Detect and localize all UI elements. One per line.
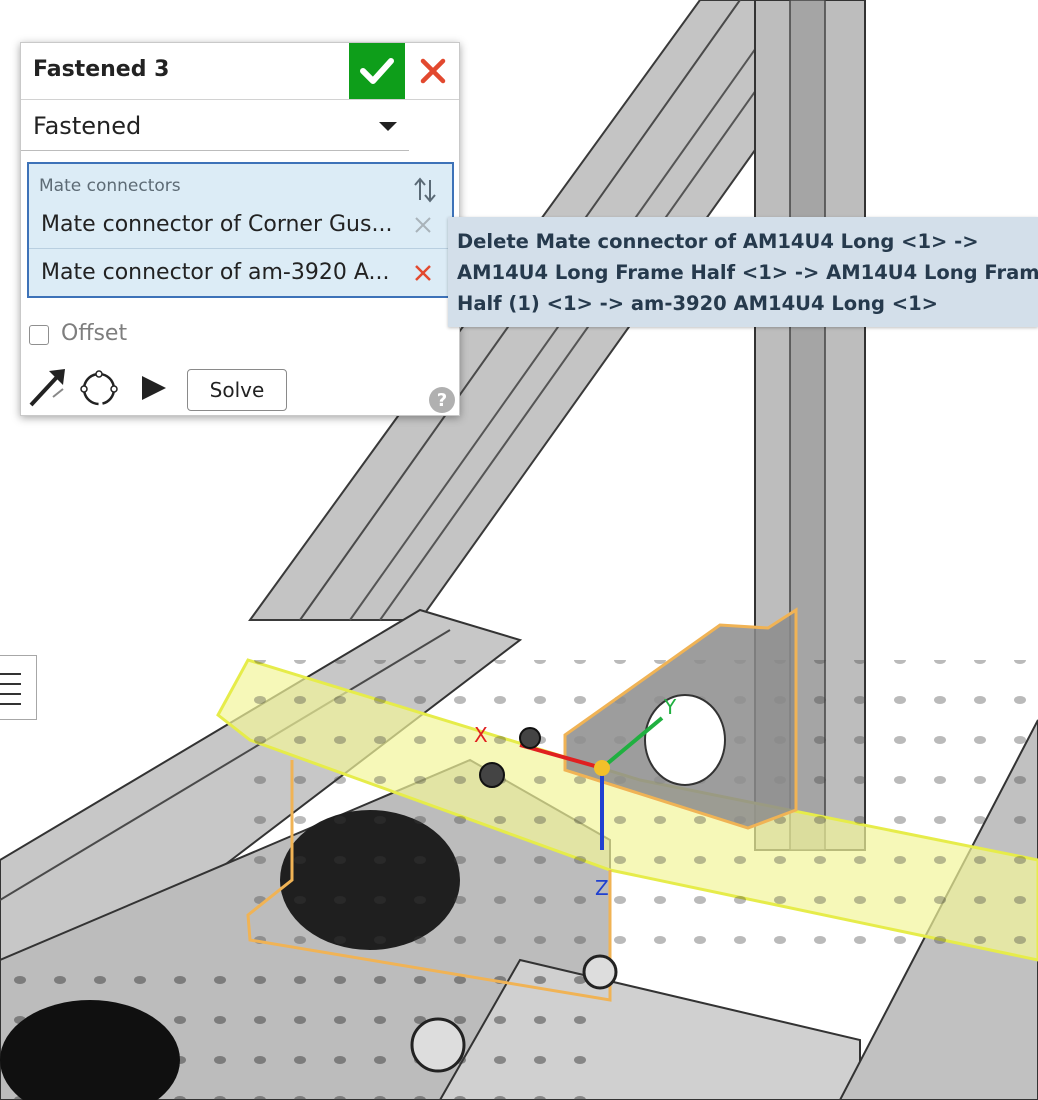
delete-connector-tooltip: Delete Mate connector of AM14U4 Long <1>… — [448, 217, 1038, 327]
gusset-hole — [644, 694, 726, 786]
dialog-toolbar: Solve ? — [21, 363, 459, 413]
offset-checkbox[interactable] — [29, 325, 49, 345]
check-icon — [360, 58, 394, 84]
y-axis-label: Y — [663, 695, 677, 719]
tooltip-text: Delete Mate connector of AM14U4 Long <1>… — [457, 230, 1038, 315]
solve-button[interactable]: Solve — [187, 369, 287, 411]
offset-label: Offset — [61, 321, 128, 346]
mate-connectors-label: Mate connectors — [39, 176, 181, 196]
nut — [410, 1017, 466, 1073]
mate-connector-label: Mate connector of am-3920 A... — [41, 260, 390, 285]
manipulator-arrow-icon[interactable] — [27, 367, 67, 409]
cancel-button[interactable] — [413, 49, 453, 93]
mate-type-value: Fastened — [33, 112, 142, 140]
play-icon[interactable] — [139, 373, 169, 403]
mate-connector-item[interactable]: Mate connector of Corner Gus... — [29, 204, 452, 250]
swap-arrows-icon[interactable] — [413, 176, 437, 204]
dialog-header: Fastened 3 — [21, 43, 459, 100]
bolt — [519, 727, 541, 749]
mate-type-dropdown[interactable]: Fastened — [21, 100, 409, 151]
mate-connector-origin[interactable] — [594, 760, 610, 776]
nut — [582, 954, 618, 990]
list-toggle-button[interactable] — [0, 655, 37, 720]
help-icon[interactable]: ? — [429, 387, 455, 413]
dialog-title: Fastened 3 — [33, 57, 170, 82]
mate-connector-label: Mate connector of Corner Gus... — [41, 212, 393, 237]
mate-connectors-field[interactable]: Mate connectors Mate connector of Corner… — [27, 162, 454, 298]
animate-circle-icon[interactable] — [79, 367, 119, 409]
accept-button[interactable] — [349, 43, 405, 99]
chevron-down-icon — [379, 122, 397, 131]
bolt — [479, 762, 505, 788]
divider — [29, 248, 452, 249]
remove-connector-icon[interactable] — [413, 212, 433, 238]
list-icon — [0, 673, 21, 705]
mate-connector-item[interactable]: Mate connector of am-3920 A... — [29, 252, 452, 298]
x-axis-label: X — [474, 723, 488, 747]
mate-feature-dialog: Fastened 3 Fastened Mate connectors Mate… — [20, 42, 460, 416]
remove-connector-icon[interactable] — [413, 260, 433, 286]
z-axis-label: Z — [595, 876, 609, 900]
close-icon — [420, 58, 446, 84]
